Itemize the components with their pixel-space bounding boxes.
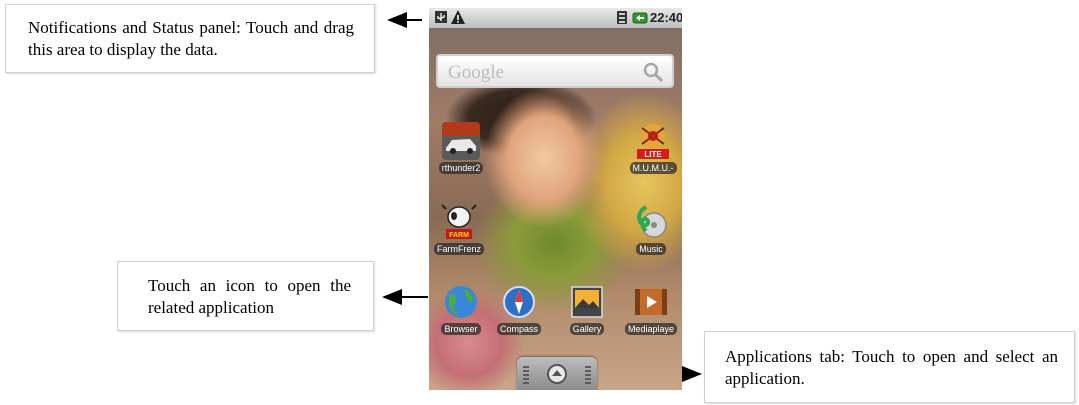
music-icon bbox=[637, 205, 667, 238]
launcher-arrow-icon bbox=[547, 364, 567, 384]
warning-icon bbox=[451, 10, 465, 24]
search-icon[interactable] bbox=[642, 61, 664, 83]
app-farmfrenzy[interactable]: FARM FarmFrenz bbox=[432, 203, 486, 260]
signal-icon bbox=[617, 11, 627, 24]
app-rthunder[interactable]: rthunder2 bbox=[434, 122, 488, 179]
battery-icon bbox=[632, 12, 648, 24]
status-bar[interactable]: 22:40 bbox=[429, 8, 682, 28]
search-logo: Google bbox=[448, 62, 504, 83]
mumu-game-icon: LITE bbox=[637, 124, 669, 159]
gallery-icon bbox=[571, 286, 603, 318]
phone-screen: 22:40 Google rthunder2 LITE M.U.M.U.- FA… bbox=[429, 8, 682, 390]
app-label: Gallery bbox=[569, 323, 605, 335]
car-game-icon bbox=[442, 122, 480, 160]
app-music[interactable]: Music bbox=[624, 203, 678, 260]
grip-right bbox=[585, 366, 591, 384]
app-label: FarmFrenz bbox=[433, 243, 484, 255]
app-label: Mediaplaye bbox=[624, 323, 678, 335]
clock: 22:40 bbox=[650, 10, 682, 25]
app-compass[interactable]: Compass bbox=[492, 283, 546, 340]
grip-left bbox=[523, 366, 529, 384]
globe-icon bbox=[445, 286, 477, 318]
app-label: Music bbox=[636, 243, 666, 255]
app-label: M.U.M.U.- bbox=[629, 162, 677, 174]
compass-icon bbox=[503, 286, 535, 318]
svg-text:FARM: FARM bbox=[449, 232, 469, 239]
app-label: Compass bbox=[496, 323, 541, 335]
app-label: rthunder2 bbox=[438, 162, 484, 174]
app-browser[interactable]: Browser bbox=[434, 283, 488, 340]
film-icon bbox=[635, 289, 667, 315]
cow-icon: FARM bbox=[441, 204, 477, 239]
svg-text:LITE: LITE bbox=[644, 150, 662, 159]
search-widget[interactable]: Google bbox=[436, 54, 674, 88]
applications-tab[interactable] bbox=[517, 357, 597, 390]
app-mediaplayer[interactable]: Mediaplaye bbox=[624, 283, 678, 340]
app-mumu[interactable]: LITE M.U.M.U.- bbox=[626, 122, 680, 179]
app-label: Browser bbox=[441, 323, 481, 335]
usb-icon bbox=[435, 11, 447, 23]
app-gallery[interactable]: Gallery bbox=[560, 283, 614, 340]
